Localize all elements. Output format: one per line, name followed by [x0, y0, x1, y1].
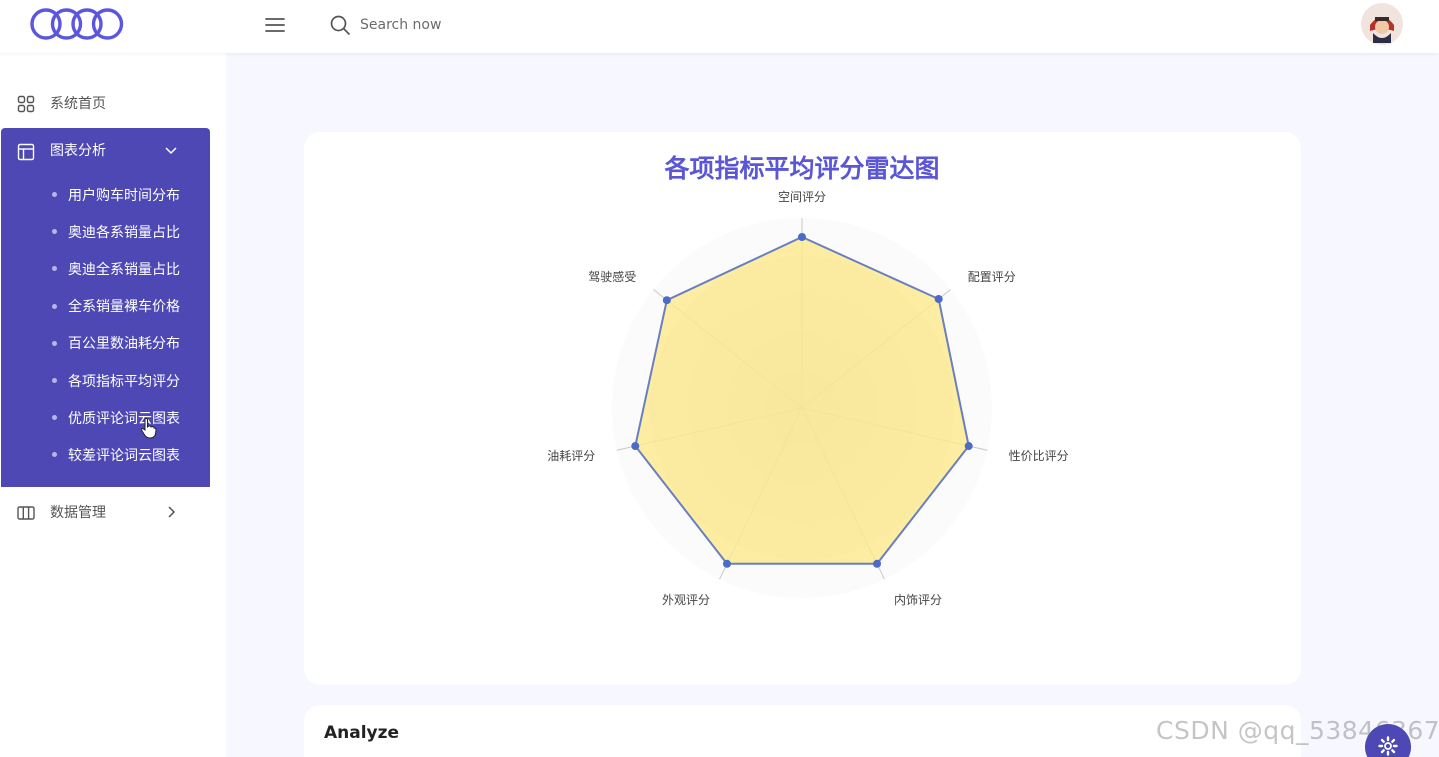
radar-indicator-label: 空间评分 [778, 190, 826, 204]
chevron-right-icon [168, 506, 176, 518]
search-icon[interactable] [329, 14, 351, 36]
gear-icon [1378, 736, 1398, 756]
top-header [0, 0, 1439, 53]
radar-indicator-label: 油耗评分 [547, 449, 595, 463]
radar-chart-card: 各项指标平均评分雷达图 空间评分配置评分性价比评分内饰评分 外观评分 油耗评分 驾驶感… [304, 132, 1301, 685]
sidebar-group-charts: 图表分析 用户购车时间分布 奥迪各系销量占比 奥迪全系销量占比 全系销量裸车价格… [1, 128, 210, 487]
sidebar-item-label: 图表分析 [50, 143, 106, 159]
sidebar-item-data-management[interactable]: 数据管理 [0, 492, 210, 532]
hamburger-menu-icon[interactable] [264, 14, 286, 36]
chevron-down-icon [165, 147, 177, 155]
sidebar-subitem[interactable]: 各项指标平均评分 [1, 362, 210, 399]
sidebar-item-home[interactable]: 系统首页 [0, 83, 210, 123]
analyze-card: Analyze [304, 705, 1301, 757]
sidebar-subitem[interactable]: 用户购车时间分布 [1, 176, 210, 213]
grid-icon [17, 95, 35, 113]
sidebar-subitem[interactable]: 优质评论词云图表 [1, 399, 210, 436]
radar-chart: 各项指标平均评分雷达图 空间评分配置评分性价比评分内饰评分 外观评分 油耗评分 驾驶感… [547, 154, 1069, 607]
sidebar-item-label: 数据管理 [50, 505, 106, 521]
radar-point[interactable] [873, 559, 882, 568]
search-input[interactable] [360, 17, 580, 33]
columns-icon [17, 506, 35, 520]
sidebar-subitem[interactable]: 百公里数油耗分布 [1, 325, 210, 362]
radar-point[interactable] [631, 442, 640, 451]
radar-indicator-label: 内饰评分 [894, 593, 942, 607]
layout-icon [17, 143, 35, 161]
analyze-title: Analyze [324, 723, 400, 743]
radar-indicator-label: 性价比评分 [1009, 449, 1069, 463]
sidebar-subitem[interactable]: 奥迪全系销量占比 [1, 250, 210, 287]
radar-point[interactable] [662, 296, 671, 305]
sidebar: 系统首页 图表分析 用户购车时间分布 奥迪各系销量占比 奥迪全系销量占比 全系销… [0, 53, 226, 757]
radar-point[interactable] [722, 559, 731, 568]
sidebar-subitem[interactable]: 较差评论词云图表 [1, 436, 210, 473]
radar-point[interactable] [798, 233, 806, 241]
radar-indicator-label: 外观评分 [662, 593, 710, 607]
radar-point[interactable] [964, 442, 973, 451]
sidebar-submenu: 用户购车时间分布 奥迪各系销量占比 奥迪全系销量占比 全系销量裸车价格 百公里数… [1, 176, 210, 474]
search-bar [329, 12, 580, 38]
sidebar-item-label: 系统首页 [50, 96, 106, 112]
audi-logo[interactable] [29, 6, 125, 42]
user-avatar[interactable] [1361, 3, 1403, 45]
sidebar-item-charts[interactable]: 图表分析 [1, 128, 210, 172]
radar-point[interactable] [934, 295, 943, 304]
sidebar-subitem[interactable]: 奥迪各系销量占比 [1, 213, 210, 250]
chart-title: 各项指标平均评分雷达图 [663, 154, 939, 183]
radar-indicator-label: 驾驶感受 [588, 269, 636, 284]
sidebar-subitem[interactable]: 全系销量裸车价格 [1, 288, 210, 325]
radar-indicator-label: 配置评分 [968, 270, 1016, 284]
